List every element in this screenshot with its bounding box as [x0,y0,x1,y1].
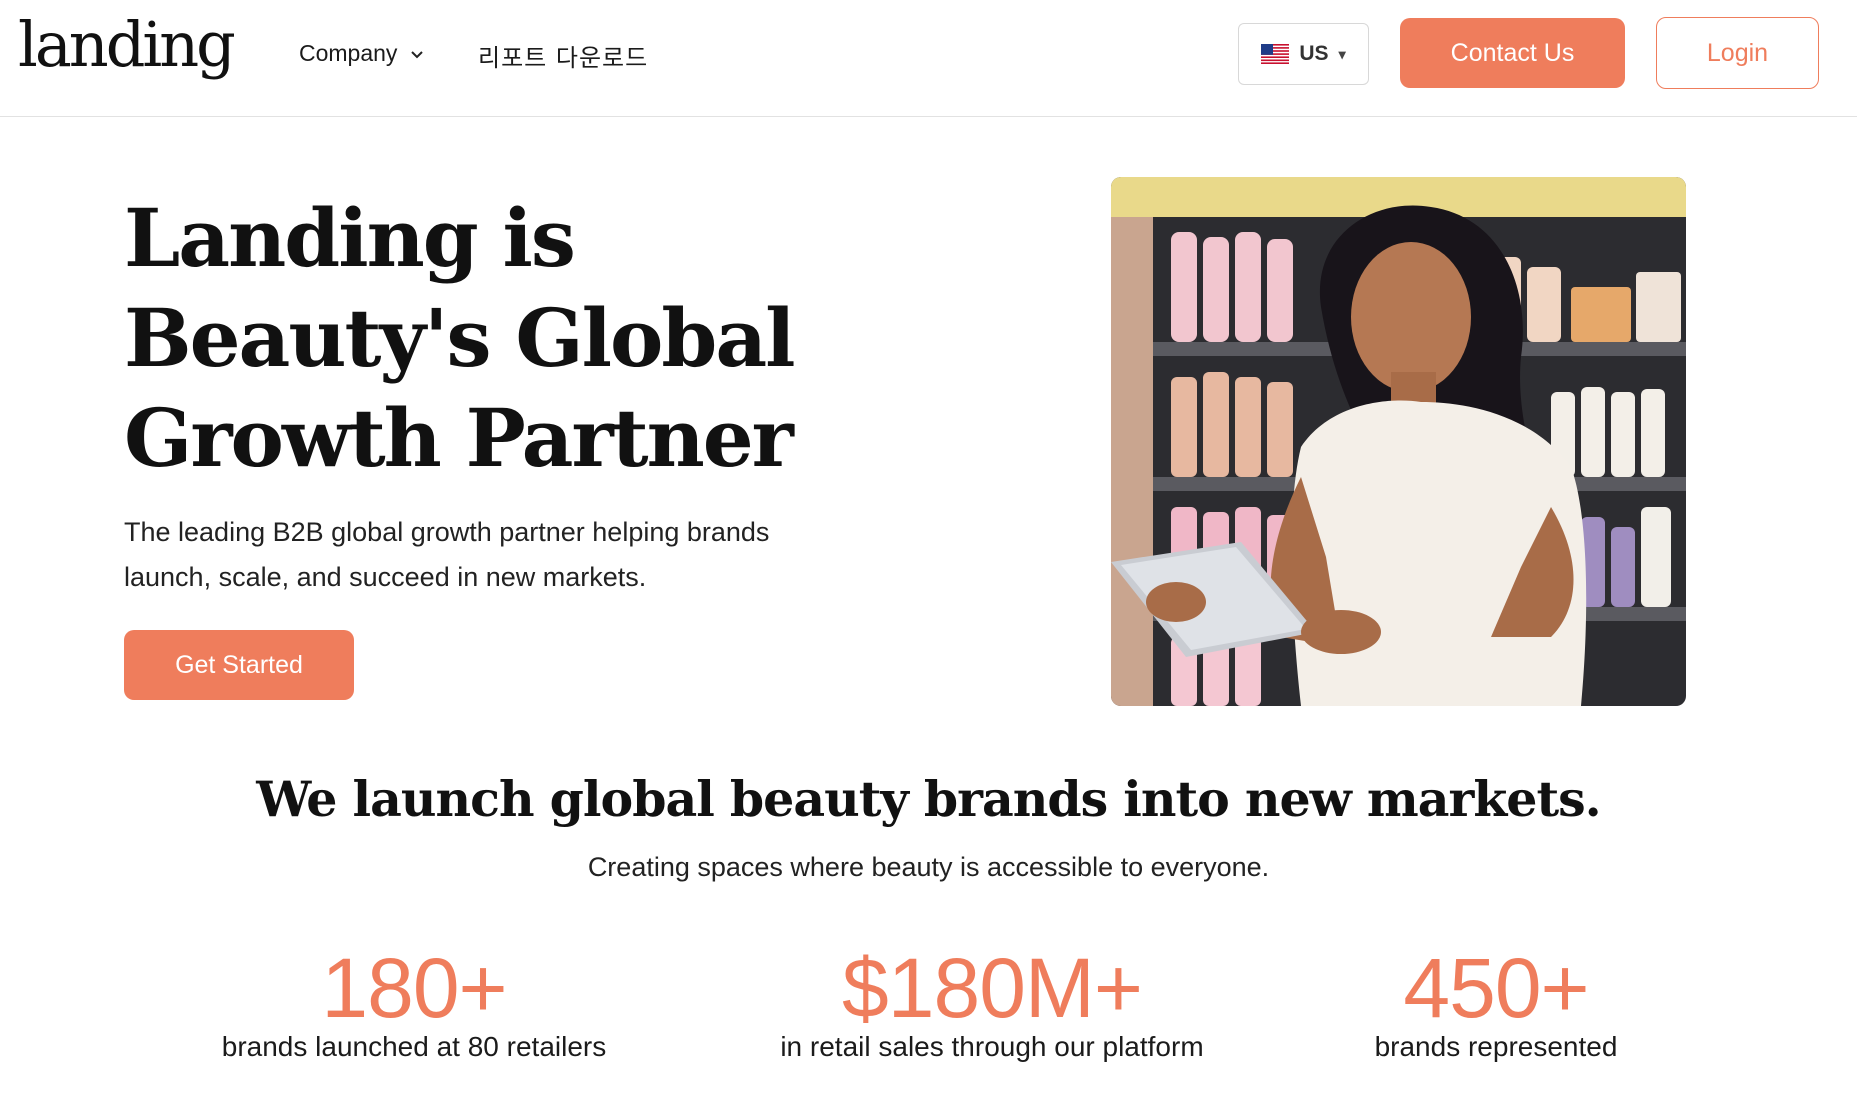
hero-title: Landing is Beauty's Global Growth Partne… [124,191,796,485]
nav-company-label: Company [299,40,398,66]
hero-photo-woman-with-tablet [1111,177,1686,706]
mission-title: We launch global beauty brands into new … [256,770,1601,828]
us-flag-icon [1261,44,1290,64]
stat-value: $180M+ [842,941,1143,1035]
site-header: landing Company 리포트 다운로드 US ▾ Contact Us… [0,0,1857,117]
nav-report-download[interactable]: 리포트 다운로드 [478,38,648,73]
stat-brands-represented: 450+ brands represented [1246,940,1746,1064]
chevron-down-icon [411,50,424,58]
locale-label: US [1299,42,1329,65]
caret-down-icon: ▾ [1338,45,1346,62]
get-started-button[interactable]: Get Started [124,630,354,700]
stat-value: 450+ [1403,941,1589,1035]
nav-company-dropdown[interactable]: Company [299,40,425,67]
stat-label: brands represented [1374,1031,1618,1062]
login-button[interactable]: Login [1656,17,1819,89]
hero-image [1111,177,1686,706]
stat-retail-sales: $180M+ in retail sales through our platf… [742,940,1242,1064]
mission-subtitle: Creating spaces where beauty is accessib… [587,852,1270,882]
contact-us-button[interactable]: Contact Us [1400,18,1625,88]
stat-value: 180+ [321,941,507,1035]
stat-label: in retail sales through our platform [780,1031,1204,1062]
landing-logo[interactable]: landing [18,6,236,84]
stat-label: brands launched at 80 retailers [221,1031,607,1062]
hero-subtitle: The leading B2B global growth partner he… [124,517,770,592]
locale-selector[interactable]: US ▾ [1238,23,1369,85]
stat-brands-launched: 180+ brands launched at 80 retailers [164,940,664,1064]
